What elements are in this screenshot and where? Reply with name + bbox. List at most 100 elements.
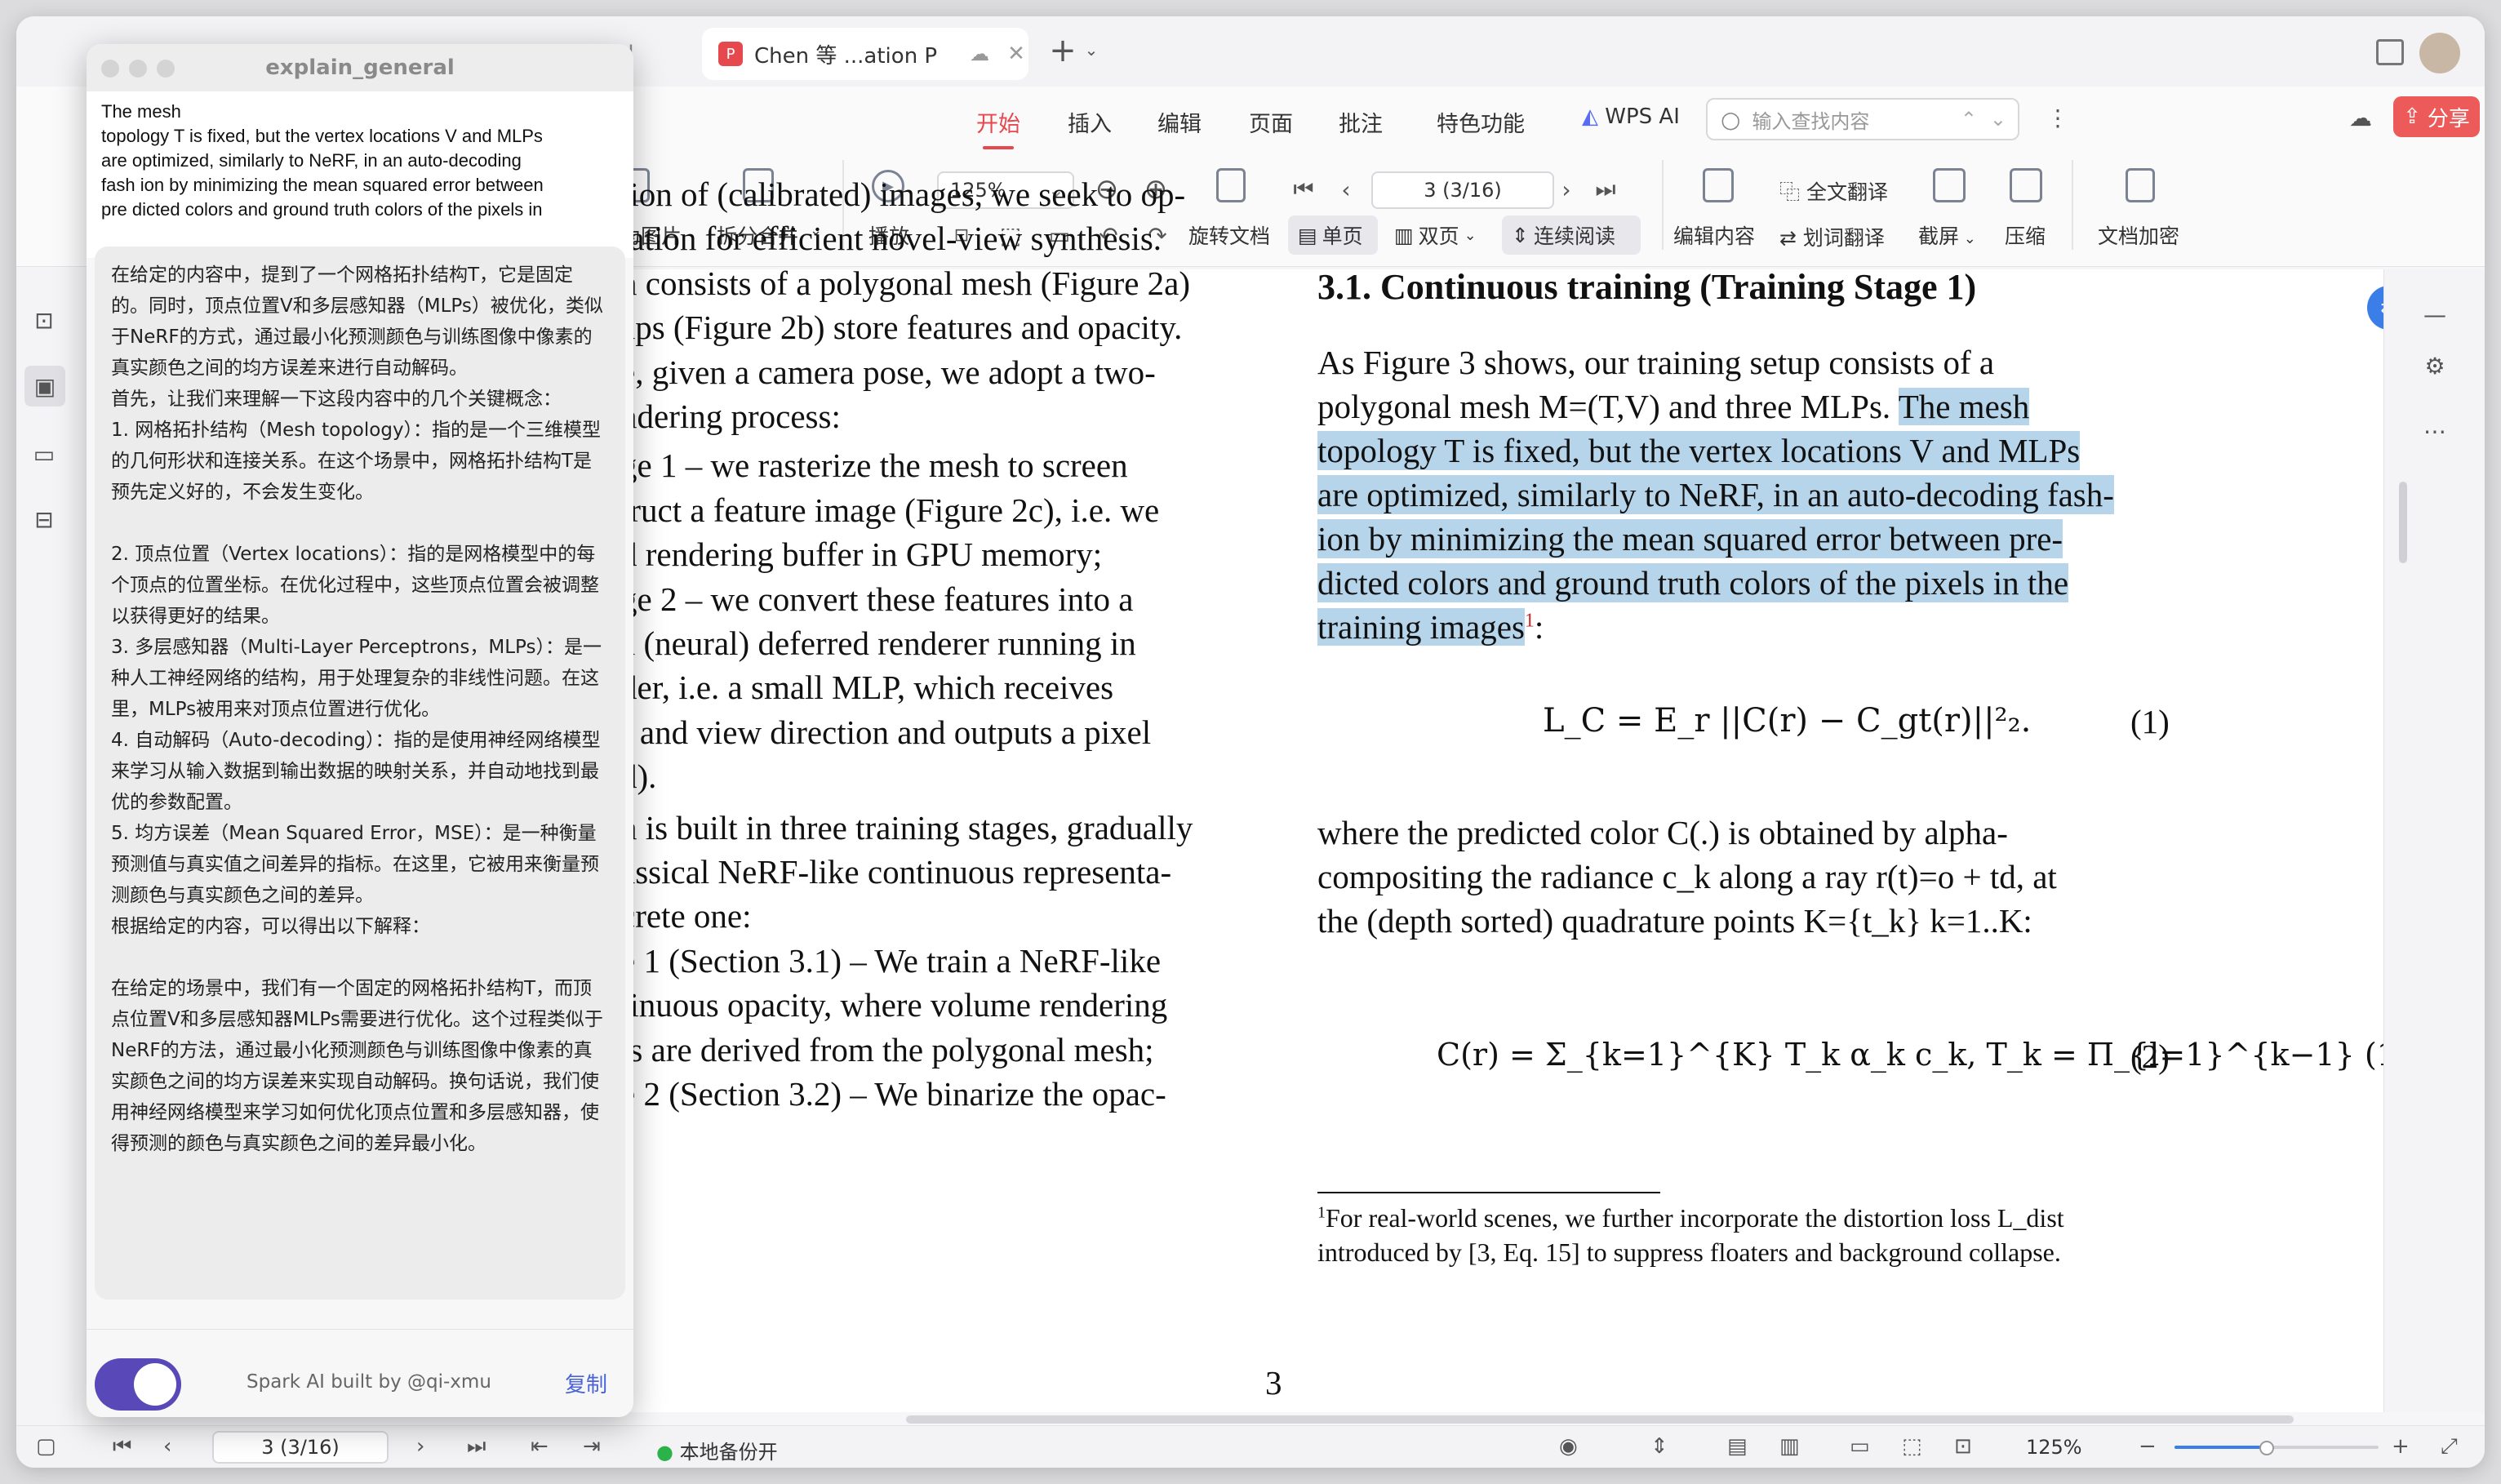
zoom-out-icon[interactable]: −: [2139, 1434, 2157, 1459]
compress-button[interactable]: 压缩: [2005, 220, 2046, 250]
more-icon[interactable]: ⋮: [2046, 101, 2070, 134]
cloud-icon[interactable]: ☁: [970, 42, 989, 65]
screenshot-button[interactable]: 截屏 ⌄: [1918, 220, 1976, 250]
highlight-2[interactable]: are optimized, similarly to NeRF, in an …: [1317, 475, 2114, 514]
chevron-down-icon[interactable]: ⌄: [1079, 38, 1104, 62]
status-bar: ▢ ⏮ ‹ 3 (3/16) › ⏭ ⇤ ⇥ ● 本地备份开 ◉ ⇕ ▤ ▥ ▭…: [16, 1425, 2485, 1468]
continuous-reading-button[interactable]: ⇕ 连续阅读: [1502, 215, 1641, 255]
single-page-button[interactable]: ▤ 单页: [1288, 215, 1378, 255]
highlight-5[interactable]: training images: [1317, 608, 1525, 646]
footnote-mark[interactable]: 1: [1525, 610, 1535, 631]
cloud-sync-icon[interactable]: ☁: [2344, 101, 2377, 134]
fullscreen-icon[interactable]: ⤢: [2441, 1434, 2458, 1460]
single-page-view-icon[interactable]: ▤: [1727, 1434, 1748, 1459]
encrypt-button[interactable]: 文档加密: [2098, 220, 2179, 250]
chevron-down-icon: ⌄: [1959, 230, 1976, 247]
edit-content-icon: [1703, 168, 1734, 202]
highlight-0[interactable]: The mesh: [1898, 388, 2030, 425]
left-column-line: e, given a camera pose, we adopt a two-: [620, 353, 1156, 391]
zoom-slider-fill: [2174, 1446, 2264, 1449]
backup-label: 本地备份开: [679, 1441, 778, 1464]
wps-ai-menu[interactable]: ◭ WPS AI: [1582, 104, 1680, 129]
highlight-3[interactable]: ion by minimizing the mean squared error…: [1317, 519, 2063, 558]
tab-current-document[interactable]: P Chen 等 ...ation P ☁ ✕: [702, 28, 1028, 80]
screenshot-label: 截屏: [1918, 224, 1960, 248]
close-tab-icon[interactable]: ✕: [1007, 42, 1025, 66]
collapse-icon[interactable]: —: [2420, 301, 2450, 328]
close-window-icon[interactable]: [101, 60, 119, 78]
double-page-view-icon[interactable]: ▥: [1779, 1434, 1800, 1459]
minimize-window-icon[interactable]: [129, 60, 147, 78]
fit-width-icon[interactable]: ▭: [1850, 1434, 1870, 1459]
divider: [2072, 160, 2073, 250]
eye-icon[interactable]: ◉: [1559, 1434, 1578, 1459]
highlight-1[interactable]: topology T is fixed, but the vertex loca…: [1317, 431, 2081, 470]
quoted-text-panel[interactable]: The mesh topology T is fixed, but the ve…: [87, 91, 633, 258]
zoom-slider[interactable]: [2174, 1441, 2379, 1455]
thumbnail-icon[interactable]: ▣: [24, 366, 65, 407]
menu-annotate[interactable]: 批注: [1339, 106, 1383, 138]
menu-features[interactable]: 特色功能: [1437, 106, 1525, 138]
forward-icon[interactable]: ⇥: [583, 1434, 601, 1459]
rotate-document-button[interactable]: 旋转文档: [1188, 220, 1270, 250]
comment-icon[interactable]: ▭: [28, 438, 60, 470]
first-page-icon[interactable]: ⏮: [113, 1434, 131, 1460]
equation-2-number: (2): [2130, 1037, 2170, 1075]
back-icon[interactable]: ⇤: [531, 1434, 549, 1459]
more-icon[interactable]: ⋯: [2420, 416, 2450, 446]
menu-start[interactable]: 开始: [976, 106, 1020, 149]
chevron-down-icon[interactable]: ⌄: [1990, 108, 2006, 131]
search-input[interactable]: ○ 输入查找内容 ⌃ ⌄: [1706, 98, 2019, 140]
search-placeholder: 输入查找内容: [1752, 109, 1870, 133]
avatar[interactable]: [2419, 33, 2460, 73]
menu-edit[interactable]: 编辑: [1157, 106, 1202, 138]
continuous-icon: ⇕: [1512, 223, 1529, 247]
maximize-window-icon[interactable]: [157, 60, 175, 78]
horizontal-scrollbar[interactable]: [906, 1415, 2294, 1424]
zoom-slider-thumb[interactable]: [2259, 1441, 2274, 1455]
prev-page-icon[interactable]: ‹: [1332, 173, 1360, 206]
next-page-icon[interactable]: ›: [416, 1434, 424, 1459]
answer-panel[interactable]: 在给定的内容中，提到了一个网格拓扑结构T，它是固定的。同时，顶点位置V和多层感知…: [95, 247, 625, 1300]
chevron-up-icon[interactable]: ⌃: [1961, 108, 1977, 131]
menu-page[interactable]: 页面: [1249, 106, 1293, 138]
status-page-input[interactable]: 3 (3/16): [212, 1431, 389, 1464]
left-column-line: ge 1 – we rasterize the mesh to screen: [620, 447, 1128, 485]
document-page: tion of (calibrated) images, we seek to …: [620, 176, 2485, 1424]
last-page-icon[interactable]: ⏭: [467, 1434, 486, 1460]
page-number-input[interactable]: 3 (3/16): [1371, 171, 1554, 209]
continuous-view-icon[interactable]: ⇕: [1650, 1434, 1668, 1459]
first-page-icon[interactable]: ⏮: [1290, 173, 1317, 206]
ai-explain-popup: explain_general The mesh topology T is f…: [87, 44, 633, 1417]
backup-status[interactable]: ● 本地备份开: [656, 1436, 778, 1464]
full-translate-button[interactable]: ⿻ 全文翻译: [1779, 176, 1888, 206]
next-page-icon[interactable]: ›: [1553, 173, 1580, 206]
new-tab-icon[interactable]: +: [1046, 32, 1079, 69]
double-page-button[interactable]: ▥ 双页 ⌄: [1384, 215, 1490, 255]
double-page-label: 双页: [1418, 224, 1459, 248]
last-page-icon[interactable]: ⏭: [1592, 173, 1619, 206]
edit-content-button[interactable]: 编辑内容: [1673, 220, 1755, 250]
share-button[interactable]: ⇪ 分享: [2393, 96, 2480, 137]
actual-size-icon[interactable]: ⊡: [1954, 1434, 1972, 1459]
menu-insert[interactable]: 插入: [1068, 106, 1112, 138]
annotation-list-icon[interactable]: ⊟: [28, 503, 60, 535]
zoom-in-icon[interactable]: +: [2392, 1434, 2410, 1459]
app-window: d P Chen 等 ...ation P ☁ ✕ + ⌄ ☰ ⊡ ▣ ▭ ⊟ …: [16, 16, 2485, 1468]
bookmark-icon[interactable]: ⊡: [28, 304, 60, 336]
prev-page-icon[interactable]: ‹: [163, 1434, 171, 1459]
popup-divider: [87, 1329, 633, 1330]
vertical-scrollbar[interactable]: [2399, 482, 2407, 563]
highlight-4[interactable]: dicted colors and ground truth colors of…: [1317, 563, 2069, 602]
status-zoom-value[interactable]: 125%: [2026, 1436, 2082, 1459]
sidebar-toggle-icon[interactable]: ▢: [36, 1434, 56, 1459]
window-layout-icon[interactable]: [2375, 38, 2405, 67]
pdf-icon: P: [718, 42, 743, 66]
paragraph-line: training images1:: [1317, 608, 1544, 646]
copy-button[interactable]: 复制: [565, 1368, 607, 1398]
ai-toggle[interactable]: [95, 1358, 181, 1411]
word-translate-button[interactable]: ⇄ 划词翻译: [1779, 222, 1885, 251]
fit-page-icon[interactable]: ⬚: [1902, 1434, 1922, 1459]
settings-sliders-icon[interactable]: ⚙: [2420, 351, 2450, 380]
compress-icon: [2010, 168, 2042, 202]
